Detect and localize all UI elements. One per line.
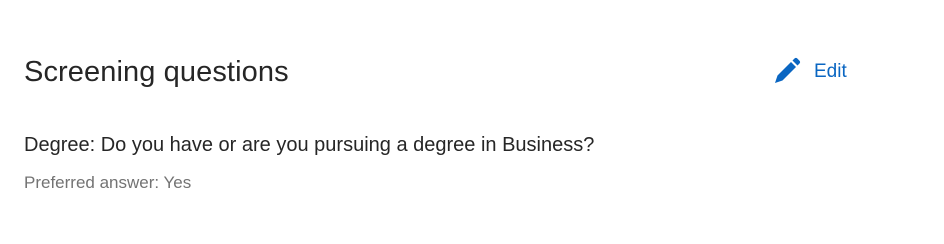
edit-label: Edit: [814, 61, 847, 82]
question-text: Degree: Do you have or are you pursuing …: [24, 134, 595, 156]
edit-button[interactable]: Edit: [770, 55, 847, 89]
screening-questions-section: Screening questions Edit Degree: Do you …: [0, 0, 944, 244]
pencil-icon: [770, 56, 802, 88]
preferred-answer: Preferred answer: Yes: [24, 173, 192, 192]
section-title: Screening questions: [24, 56, 289, 88]
